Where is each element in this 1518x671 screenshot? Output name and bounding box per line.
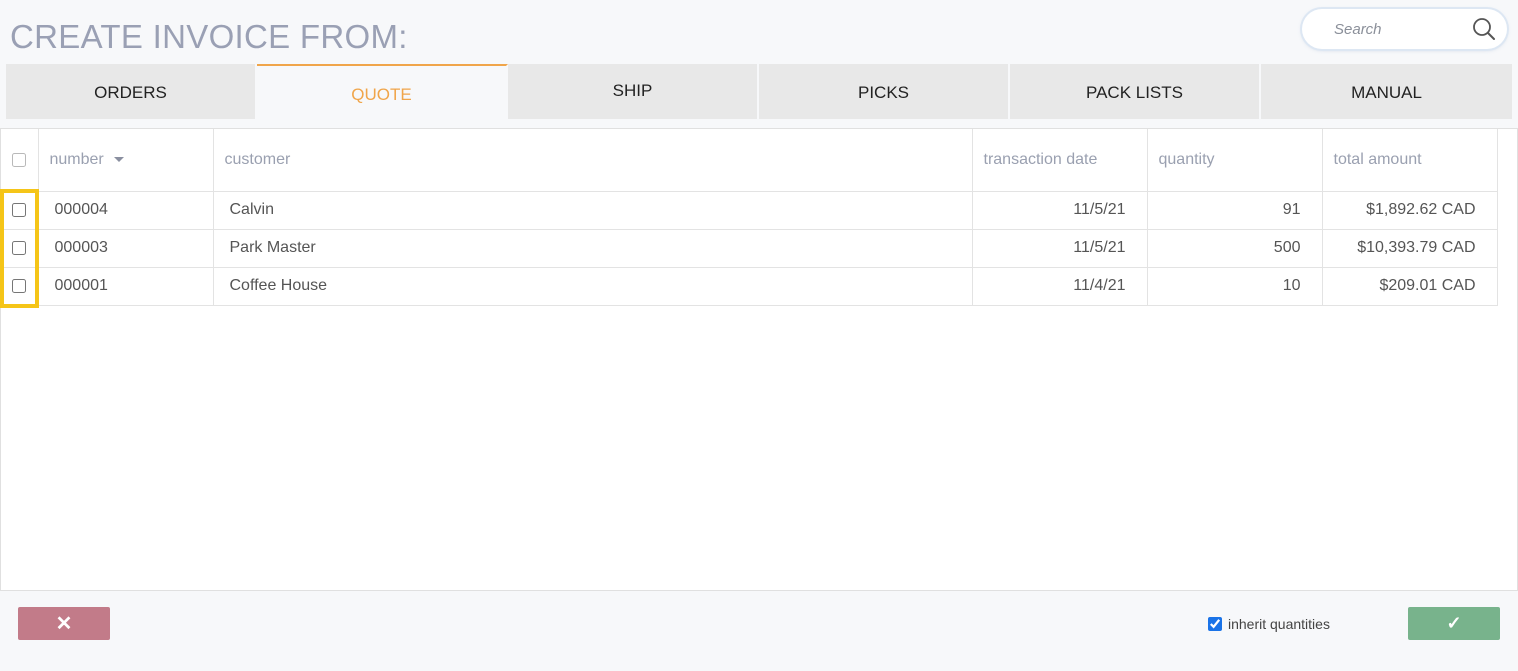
search-box[interactable]: [1302, 9, 1507, 49]
column-header-label: number: [49, 150, 104, 168]
cell-total-amount: $10,393.79 CAD: [1322, 229, 1498, 268]
column-header-transaction-date[interactable]: transaction date: [972, 129, 1148, 192]
cell-total-amount: $1,892.62 CAD: [1322, 191, 1498, 230]
cell-quantity: 10: [1147, 267, 1323, 306]
cell-customer: Park Master: [213, 229, 973, 268]
cell-customer: Calvin: [213, 191, 973, 230]
tab-manual[interactable]: MANUAL: [1261, 64, 1512, 119]
quote-grid: number customer transaction date quantit…: [0, 128, 1518, 591]
cell-number: 000004: [38, 191, 214, 230]
table-row[interactable]: 000003 Park Master 11/5/21 500 $10,393.7…: [1, 229, 1498, 268]
inherit-quantities-label: inherit quantities: [1228, 616, 1330, 632]
cell-transaction-date: 11/5/21: [972, 229, 1148, 268]
cell-customer: Coffee House: [213, 267, 973, 306]
inherit-quantities-option[interactable]: inherit quantities: [1208, 616, 1330, 632]
close-icon: ✕: [55, 613, 73, 635]
check-icon: ✓: [1446, 613, 1462, 633]
cell-number: 000003: [38, 229, 214, 268]
column-header-number[interactable]: number: [38, 129, 214, 192]
inherit-quantities-checkbox[interactable]: [1208, 617, 1222, 631]
column-header-quantity[interactable]: quantity: [1147, 129, 1323, 192]
row-checkbox[interactable]: [12, 240, 27, 255]
row-checkbox[interactable]: [12, 278, 27, 293]
row-select-cell: [1, 191, 39, 230]
quote-table: number customer transaction date quantit…: [1, 129, 1498, 306]
cell-transaction-date: 11/4/21: [972, 267, 1148, 306]
tab-picks[interactable]: PICKS: [759, 64, 1010, 119]
search-input[interactable]: [1316, 17, 1466, 41]
page-title: CREATE INVOICE FROM:: [10, 18, 408, 55]
tab-pack-lists[interactable]: PACK LISTS: [1010, 64, 1261, 119]
confirm-button[interactable]: ✓: [1408, 607, 1500, 640]
select-all-cell: [1, 129, 39, 192]
column-header-customer[interactable]: customer: [213, 129, 973, 192]
table-header-row: number customer transaction date quantit…: [1, 129, 1498, 192]
tab-ship[interactable]: SHIP: [508, 64, 759, 119]
select-all-checkbox[interactable]: [12, 152, 27, 167]
row-select-cell: [1, 229, 39, 268]
column-header-total-amount[interactable]: total amount: [1322, 129, 1498, 192]
table-row[interactable]: 000001 Coffee House 11/4/21 10 $209.01 C…: [1, 267, 1498, 306]
cell-number: 000001: [38, 267, 214, 306]
cell-transaction-date: 11/5/21: [972, 191, 1148, 230]
sort-descending-icon: [113, 157, 124, 163]
cell-quantity: 500: [1147, 229, 1323, 268]
cell-quantity: 91: [1147, 191, 1323, 230]
cell-total-amount: $209.01 CAD: [1322, 267, 1498, 306]
row-select-cell: [1, 267, 39, 306]
source-tabs: ORDERS QUOTE SHIP PICKS PACK LISTS MANUA…: [6, 64, 1512, 119]
row-checkbox[interactable]: [12, 202, 27, 217]
tab-quote[interactable]: QUOTE: [257, 64, 508, 119]
cancel-button[interactable]: ✕: [18, 607, 110, 640]
tab-orders[interactable]: ORDERS: [6, 64, 257, 119]
table-row[interactable]: 000004 Calvin 11/5/21 91 $1,892.62 CAD: [1, 191, 1498, 230]
search-icon[interactable]: [1471, 16, 1497, 42]
